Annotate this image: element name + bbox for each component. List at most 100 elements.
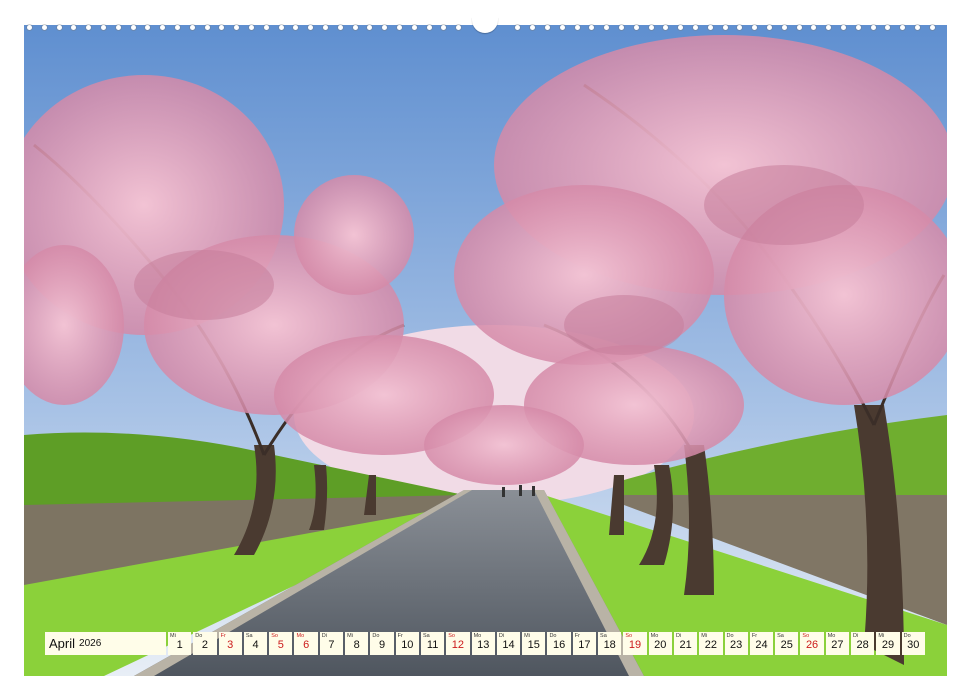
day-number: 20 xyxy=(654,639,667,651)
binding-hole xyxy=(604,25,610,30)
binding-hole xyxy=(160,25,166,30)
day-number: 3 xyxy=(227,639,234,651)
binding-hole xyxy=(796,25,802,30)
binding-hole xyxy=(249,25,254,30)
binding-hole xyxy=(411,25,417,30)
day-cell: So 12 xyxy=(446,632,470,655)
binding-hole xyxy=(175,25,180,30)
binding-hole xyxy=(263,25,269,30)
day-cell: Mi 29 xyxy=(876,632,900,655)
day-number: 10 xyxy=(401,639,414,651)
binding-hole xyxy=(293,25,299,30)
binding-hole xyxy=(752,25,758,30)
day-cell: Mo 27 xyxy=(825,632,850,655)
day-cell: Di 14 xyxy=(496,632,521,655)
binding-hole xyxy=(589,25,595,30)
binding-hole xyxy=(678,25,684,30)
binding-hole xyxy=(855,25,861,30)
binding-hole xyxy=(219,25,225,30)
day-number: 13 xyxy=(477,639,490,651)
binding-hole xyxy=(145,25,151,30)
binding-hole xyxy=(826,25,832,30)
day-cell: Fr 10 xyxy=(395,632,419,655)
binding-hole xyxy=(101,25,106,30)
day-number: 22 xyxy=(704,639,717,651)
month-label: April 2026 xyxy=(45,632,166,655)
day-number: 11 xyxy=(426,639,439,651)
day-number: 28 xyxy=(856,639,869,651)
binding-hole xyxy=(619,25,624,30)
binding-hole xyxy=(382,25,388,30)
binding-hole xyxy=(737,25,743,30)
calendar-page: April 2026 Mi 1 Do 2 Fr 3 Sa 4 So 5 Mo 6 Di 7 Mi 8 Do 9 Fr… xyxy=(0,0,971,700)
day-number: 19 xyxy=(628,639,642,651)
binding-hole xyxy=(648,25,654,30)
binding-hole xyxy=(86,25,92,30)
day-number: 4 xyxy=(252,639,259,651)
day-number: 17 xyxy=(578,639,591,651)
day-cell: So 26 xyxy=(800,632,824,655)
day-number: 15 xyxy=(527,639,540,651)
binding-hole xyxy=(426,25,432,30)
month-name: April xyxy=(49,636,76,651)
binding-hole xyxy=(915,25,920,30)
binding-hole xyxy=(530,25,536,30)
binding-hole xyxy=(278,25,284,30)
binding-hole xyxy=(352,25,358,30)
day-cell: Mi 1 xyxy=(168,632,192,655)
day-cell: Mo 20 xyxy=(648,632,672,655)
binding-hole xyxy=(71,25,77,30)
day-number: 5 xyxy=(277,639,284,651)
day-number: 16 xyxy=(552,639,566,651)
cherry-blossom-photo xyxy=(24,25,947,676)
binding-hole xyxy=(308,25,314,30)
binding-hole xyxy=(41,25,47,30)
binding-hole xyxy=(722,25,728,30)
binding-hole xyxy=(130,25,136,30)
day-cell: Sa 25 xyxy=(775,632,799,655)
day-number: 30 xyxy=(907,639,920,651)
binding-hole xyxy=(189,25,195,30)
day-cell: Do 2 xyxy=(193,632,217,655)
day-number: 29 xyxy=(881,639,895,651)
day-cells: Mi 1 Do 2 Fr 3 Sa 4 So 5 Mo 6 Di 7 Mi 8 Do 9 Fr 10 Sa 11 So 12 M… xyxy=(168,632,925,655)
binding-hole xyxy=(397,25,402,30)
binding-hole xyxy=(929,25,935,30)
binding-hole xyxy=(441,25,447,30)
day-number: 26 xyxy=(805,639,819,651)
binding-hole xyxy=(204,25,210,30)
day-number: 8 xyxy=(353,639,360,651)
day-number: 25 xyxy=(780,639,793,651)
day-number: 6 xyxy=(303,639,310,651)
day-number: 12 xyxy=(451,639,465,651)
binding-hole xyxy=(323,25,328,30)
day-number: 14 xyxy=(502,639,515,651)
day-cell: Sa 11 xyxy=(420,632,445,655)
binding-hole xyxy=(337,25,343,30)
day-cell: Do 23 xyxy=(724,632,748,655)
binding-hole xyxy=(885,25,891,30)
binding-hole xyxy=(870,25,876,30)
binding-hole xyxy=(545,25,550,30)
binding-hole xyxy=(767,25,772,30)
day-cell: Fr 24 xyxy=(749,632,774,655)
calendar-strip: April 2026 Mi 1 Do 2 Fr 3 Sa 4 So 5 Mo 6 Di 7 Mi 8 Do 9 Fr… xyxy=(45,632,925,655)
binding-hole xyxy=(234,25,240,30)
cherry-blossom-avenue-image xyxy=(24,25,947,676)
day-number: 23 xyxy=(730,639,743,651)
binding-hole xyxy=(841,25,846,30)
binding-hole xyxy=(515,25,521,30)
day-number: 21 xyxy=(679,639,692,651)
day-cell: Mi 15 xyxy=(522,632,546,655)
day-number: 18 xyxy=(603,639,616,651)
day-cell: Di 7 xyxy=(319,632,344,655)
day-cell: Fr 3 xyxy=(218,632,242,655)
day-cell: Sa 18 xyxy=(598,632,622,655)
day-cell: Mo 6 xyxy=(294,632,318,655)
binding-hole xyxy=(559,25,565,30)
day-cell: So 5 xyxy=(269,632,293,655)
day-cell: Do 30 xyxy=(901,632,925,655)
day-cell: Sa 4 xyxy=(243,632,268,655)
binding-hole xyxy=(27,25,32,30)
day-cell: Do 16 xyxy=(547,632,571,655)
